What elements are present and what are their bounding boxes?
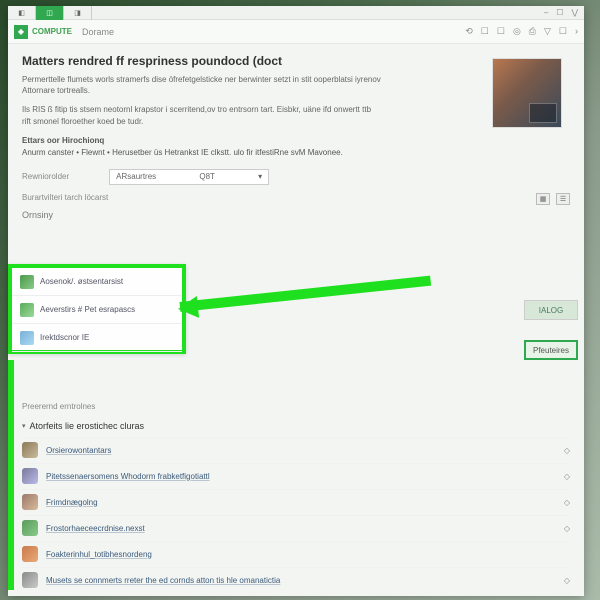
item-icon [22, 520, 38, 536]
item-icon [22, 546, 38, 562]
tab-0[interactable]: ◧ [8, 6, 36, 20]
brand-text: COMPUTE [32, 27, 72, 36]
dialog-button[interactable]: IALOG [524, 300, 578, 320]
dropdown-value: Q8T [199, 172, 215, 181]
dropdown-label: ARsaurtres [116, 172, 156, 181]
toolbar-actions: ⟲ ☐ ☐ ◎ ⎙ ▽ ☐ › [465, 26, 578, 37]
hl-label: Aosenok/. østsentarsist [40, 277, 123, 286]
lower-subsection: Preerernd erntrolnes [22, 402, 570, 411]
hero-thumbnail[interactable] [492, 58, 562, 128]
tab-1[interactable]: ◫ [36, 6, 64, 20]
item-icon [22, 468, 38, 484]
page-title: Matters rendred ff respriness poundocd (… [22, 54, 570, 68]
check-icon[interactable]: ◇ [564, 498, 570, 507]
description-1: Permerttelle flumets worls stramerfs dis… [22, 74, 382, 96]
grid-view-icon[interactable]: ▦ [536, 193, 550, 205]
hl-icon [20, 303, 34, 317]
item-list: Orsierowontantars ◇ Pitetssenaersomens Wh… [22, 437, 570, 593]
item-label: Frimdnægolng [46, 498, 98, 507]
highlight-item[interactable]: Aosenok/. østsentarsist [12, 268, 182, 296]
list-item[interactable]: Musets se connmerts rreter the ed cornds… [22, 567, 570, 593]
item-icon [22, 572, 38, 588]
box1-icon[interactable]: ☐ [481, 26, 489, 37]
item-label: Foakterinhul_totibhesnordeng [46, 550, 152, 559]
title-tab-strip: ◧ ◫ ◨ – ☐ ⋁ [8, 6, 584, 20]
item-label: Musets se connmerts rreter the ed cornds… [46, 576, 280, 585]
hl-label: Irektdscnor IE [40, 333, 89, 342]
print-icon[interactable]: ⎙ [529, 26, 536, 37]
meta-line: Anurm canster • Flewnt • Herusetber üs H… [22, 147, 570, 159]
tab-2[interactable]: ◨ [64, 6, 92, 20]
refresh-icon[interactable]: ⟲ [465, 26, 473, 37]
hl-icon [20, 275, 34, 289]
list-item[interactable]: Orsierowontantars ◇ [22, 437, 570, 463]
list-item[interactable]: Pitetssenaersomens Whodorm frabketfigoti… [22, 463, 570, 489]
item-label: Orsierowontantars [46, 446, 111, 455]
annotation-arrow [180, 302, 432, 312]
item-icon [22, 442, 38, 458]
breadcrumb[interactable]: Dorame [82, 27, 114, 37]
field-label: Rewniorolder [22, 172, 69, 181]
list-item[interactable]: Frimdnægolng ◇ [22, 489, 570, 515]
list-item[interactable]: Frostorhaeceecrdnise.nexst ◇ [22, 515, 570, 541]
check-icon[interactable]: ◇ [564, 472, 570, 481]
brand-icon: ◆ [14, 25, 28, 39]
expand-header[interactable]: Atorfeits lie erostichec cluras [22, 421, 570, 431]
brand[interactable]: ◆ COMPUTE [14, 25, 72, 39]
item-icon [22, 494, 38, 510]
box2-icon[interactable]: ☐ [497, 26, 505, 37]
highlight-callout: Aosenok/. østsentarsist Aeverstirs # Pet… [8, 264, 186, 354]
item-label: Pitetssenaersomens Whodorm frabketfigoti… [46, 472, 210, 481]
check-icon[interactable]: ◇ [564, 446, 570, 455]
toolbar: ◆ COMPUTE Dorame ⟲ ☐ ☐ ◎ ⎙ ▽ ☐ › [8, 20, 584, 44]
hl-icon [20, 331, 34, 345]
minimize-button[interactable]: – [544, 8, 548, 17]
target-icon[interactable]: ◎ [513, 26, 521, 37]
highlight-item[interactable]: Aeverstirs # Pet esrapascs [12, 296, 182, 324]
window-controls: – ☐ ⋁ [544, 6, 584, 19]
check-icon[interactable]: ◇ [564, 524, 570, 533]
category-header: Ornsiny [22, 210, 570, 220]
check-icon[interactable]: ◇ [564, 576, 570, 585]
next-icon[interactable]: › [575, 26, 578, 37]
list-view-icon[interactable]: ☰ [556, 193, 570, 205]
highlight-item[interactable]: Irektdscnor IE [12, 324, 182, 352]
highlight-strip [8, 360, 14, 590]
chevron-down-icon: ▾ [258, 172, 262, 181]
maximize-button[interactable]: ☐ [556, 8, 563, 17]
dropdown-field[interactable]: ARsaurtres Q8T ▾ [109, 169, 269, 185]
meta-title: Ettars oor Hirochionq [22, 135, 570, 147]
item-label: Frostorhaeceecrdnise.nexst [46, 524, 145, 533]
box3-icon[interactable]: ☐ [559, 26, 567, 37]
features-button[interactable]: Pfeuteires [524, 340, 578, 360]
section-subtitle: Burartvilteri tarch löcarst ▦ ☰ [22, 193, 570, 202]
description-2: Ils RIS ß fitip tis stsem neotornl kraps… [22, 104, 382, 126]
list-item[interactable]: Foakterinhul_totibhesnordeng [22, 541, 570, 567]
filter-icon[interactable]: ▽ [544, 26, 551, 37]
hl-label: Aeverstirs # Pet esrapascs [40, 305, 135, 314]
close-button[interactable]: ⋁ [571, 8, 578, 17]
